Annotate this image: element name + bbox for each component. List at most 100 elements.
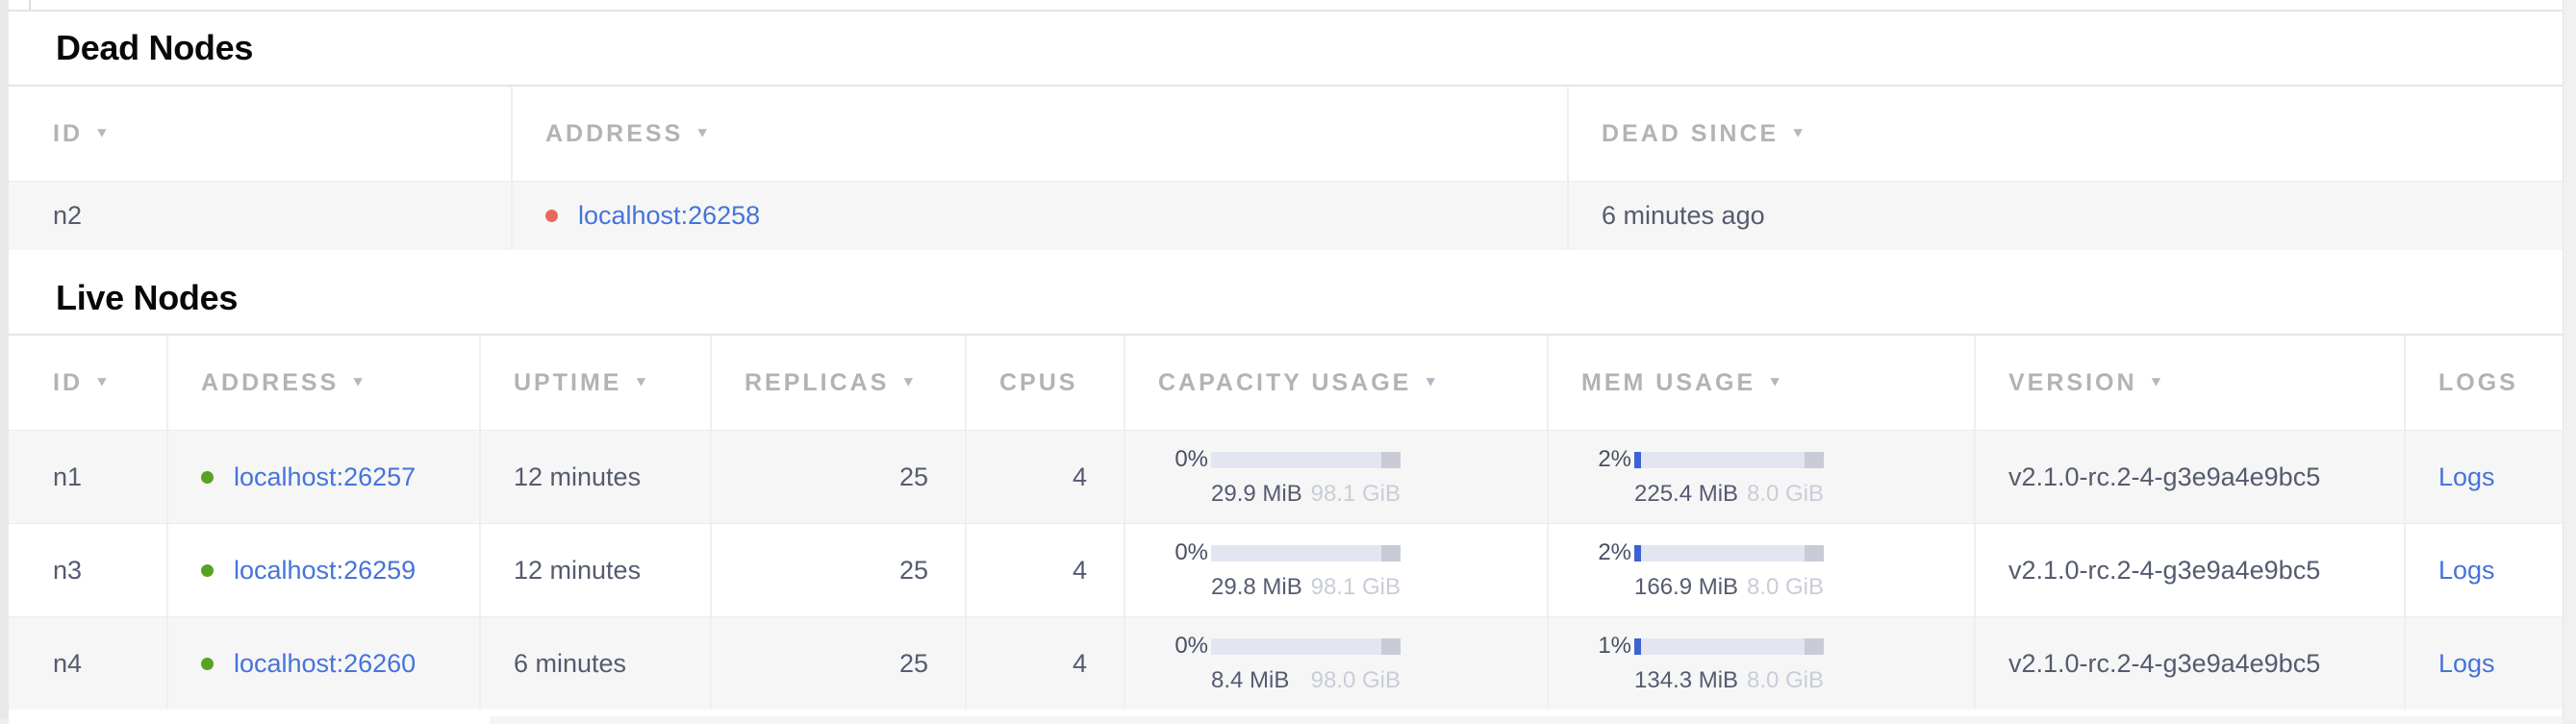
node-address-link[interactable]: localhost:26257 bbox=[234, 462, 416, 492]
column-header-capacity[interactable]: CAPACITY USAGE▼ bbox=[1125, 336, 1549, 430]
uptime-cell: 12 minutes bbox=[481, 524, 712, 616]
address-cell: localhost:26257 bbox=[168, 431, 481, 523]
column-header-memory[interactable]: MEM USAGE▼ bbox=[1549, 336, 1976, 430]
id-cell: n1 bbox=[9, 431, 168, 523]
version-cell: v2.1.0-rc.2-4-g3e9a4e9bc5 bbox=[1976, 431, 2406, 523]
address-cell: localhost:26260 bbox=[168, 617, 481, 710]
memory-total-label: 8.0 GiB bbox=[1747, 481, 1824, 508]
logs-link[interactable]: Logs bbox=[2438, 462, 2495, 492]
memory-usage-bar-endcap bbox=[1805, 545, 1824, 562]
sort-desc-icon: ▼ bbox=[695, 126, 713, 141]
column-header-dead_since[interactable]: DEAD SINCE ▼ bbox=[1569, 87, 2563, 181]
capacity-total-label: 98.1 GiB bbox=[1311, 574, 1401, 601]
memory-usage-bar-endcap bbox=[1805, 452, 1824, 468]
capacity-usage-bar-endcap bbox=[1381, 452, 1401, 468]
memory-bar-labels: 134.3 MiB8.0 GiB bbox=[1634, 667, 1824, 694]
bottom-spacer bbox=[9, 710, 2563, 724]
column-header-id[interactable]: ID▼ bbox=[9, 336, 168, 430]
id-cell: n2 bbox=[9, 182, 513, 250]
capacity-percent-label: 0% bbox=[1164, 446, 1208, 473]
capacity-used-label: 29.9 MiB bbox=[1211, 481, 1302, 508]
cpus-value: 4 bbox=[1073, 462, 1087, 492]
column-header-replicas[interactable]: REPLICAS▼ bbox=[712, 336, 967, 430]
column-header-label: CPUS bbox=[999, 369, 1077, 397]
memory-bar-row: 1% bbox=[1587, 633, 1824, 660]
memory-usage-bar bbox=[1634, 545, 1824, 562]
version-value: v2.1.0-rc.2-4-g3e9a4e9bc5 bbox=[2008, 462, 2320, 492]
logs-cell: Logs bbox=[2406, 524, 2563, 616]
column-header-uptime[interactable]: UPTIME▼ bbox=[481, 336, 712, 430]
capacity-bar-labels: 29.8 MiB 98.1 GiB bbox=[1211, 574, 1401, 601]
memory-used-label: 225.4 MiB bbox=[1634, 481, 1738, 508]
column-header-label: DEAD SINCE bbox=[1602, 120, 1779, 148]
table-row: n4localhost:262606 minutes2540%8.4 MiB98… bbox=[9, 616, 2563, 710]
capacity-percent-label: 0% bbox=[1164, 633, 1208, 660]
column-header-label: ADDRESS bbox=[545, 120, 683, 148]
cpus-cell: 4 bbox=[967, 431, 1125, 523]
sort-desc-icon: ▼ bbox=[94, 126, 113, 141]
logs-link[interactable]: Logs bbox=[2438, 649, 2495, 679]
memory-usage-bar-endcap bbox=[1805, 638, 1824, 655]
capacity-cell: 0%8.4 MiB98.0 GiB bbox=[1125, 617, 1549, 710]
live-node-icon bbox=[201, 564, 214, 577]
column-header-address[interactable]: ADDRESS ▼ bbox=[513, 87, 1569, 181]
memory-cell: 1% 134.3 MiB8.0 GiB bbox=[1549, 617, 1976, 710]
replicas-cell: 25 bbox=[712, 431, 967, 523]
table-row: n2 localhost:26258 6 minutes ago bbox=[9, 181, 2563, 250]
capacity-bar-row: 0% bbox=[1164, 633, 1401, 660]
node-address-link[interactable]: localhost:26260 bbox=[234, 649, 416, 679]
page-background-right-edge bbox=[2563, 0, 2576, 719]
next-section-edge bbox=[490, 716, 2563, 724]
capacity-cell: 0%29.8 MiB 98.1 GiB bbox=[1125, 524, 1549, 616]
memory-usage-bar-fill bbox=[1634, 638, 1641, 655]
memory-total-label: 8.0 GiB bbox=[1747, 574, 1824, 601]
memory-usage-bar bbox=[1634, 452, 1824, 468]
memory-percent-label: 2% bbox=[1587, 446, 1631, 473]
dead-nodes-section-title: Dead Nodes bbox=[9, 10, 2563, 85]
logs-link[interactable]: Logs bbox=[2438, 556, 2495, 586]
live-nodes-section-title: Live Nodes bbox=[9, 250, 2563, 334]
live-node-icon bbox=[201, 658, 214, 670]
id-value: n2 bbox=[53, 201, 82, 231]
memory-bar-row: 2% bbox=[1587, 446, 1824, 473]
id-value: n3 bbox=[53, 556, 82, 586]
sort-desc-icon: ▼ bbox=[1790, 126, 1808, 141]
replicas-value: 25 bbox=[899, 649, 928, 679]
top-edge-divider bbox=[29, 0, 31, 10]
replicas-cell: 25 bbox=[712, 524, 967, 616]
column-header-label: ADDRESS bbox=[201, 369, 339, 397]
column-header-cpus: CPUS bbox=[967, 336, 1125, 430]
capacity-cell: 0%29.9 MiB98.1 GiB bbox=[1125, 431, 1549, 523]
memory-bar-labels: 225.4 MiB 8.0 GiB bbox=[1634, 481, 1824, 508]
id-value: n1 bbox=[53, 462, 82, 492]
dead-nodes-table: ID▼ ADDRESS ▼ DEAD SINCE ▼ n2 localhost:26258 6… bbox=[9, 85, 2563, 250]
column-header-address[interactable]: ADDRESS▼ bbox=[168, 336, 481, 430]
replicas-cell: 25 bbox=[712, 617, 967, 710]
address-cell: localhost:26258 bbox=[513, 182, 1569, 250]
sort-desc-icon: ▼ bbox=[1767, 375, 1785, 390]
table-header-row: ID▼ADDRESS▼UPTIME▼REPLICAS▼CPUSCAPACITY … bbox=[9, 336, 2563, 430]
table-row: n3localhost:2625912 minutes2540%29.8 MiB… bbox=[9, 523, 2563, 616]
memory-cell: 2% 166.9 MiB8.0 GiB bbox=[1549, 524, 1976, 616]
column-header-version[interactable]: VERSION▼ bbox=[1976, 336, 2406, 430]
capacity-usage-bar bbox=[1211, 638, 1401, 655]
capacity-used-label: 29.8 MiB bbox=[1211, 574, 1302, 601]
node-address-link[interactable]: localhost:26259 bbox=[234, 556, 416, 586]
node-address-link[interactable]: localhost:26258 bbox=[578, 201, 760, 231]
capacity-percent-label: 0% bbox=[1164, 539, 1208, 566]
column-header-label: LOGS bbox=[2438, 369, 2518, 397]
memory-total-label: 8.0 GiB bbox=[1747, 667, 1824, 694]
dead_since-value: 6 minutes ago bbox=[1602, 201, 1765, 231]
sort-desc-icon: ▼ bbox=[900, 375, 919, 390]
id-cell: n4 bbox=[9, 617, 168, 710]
page-background-left-edge bbox=[0, 0, 9, 719]
capacity-usage-bar-endcap bbox=[1381, 638, 1401, 655]
table-row: n1localhost:2625712 minutes2540%29.9 MiB… bbox=[9, 430, 2563, 523]
memory-cell: 2%225.4 MiB 8.0 GiB bbox=[1549, 431, 1976, 523]
replicas-value: 25 bbox=[899, 556, 928, 586]
live-node-icon bbox=[201, 471, 214, 484]
address-cell: localhost:26259 bbox=[168, 524, 481, 616]
memory-bar-row: 2% bbox=[1587, 539, 1824, 566]
memory-bar-labels: 166.9 MiB8.0 GiB bbox=[1634, 574, 1824, 601]
column-header-id[interactable]: ID▼ bbox=[9, 87, 513, 181]
